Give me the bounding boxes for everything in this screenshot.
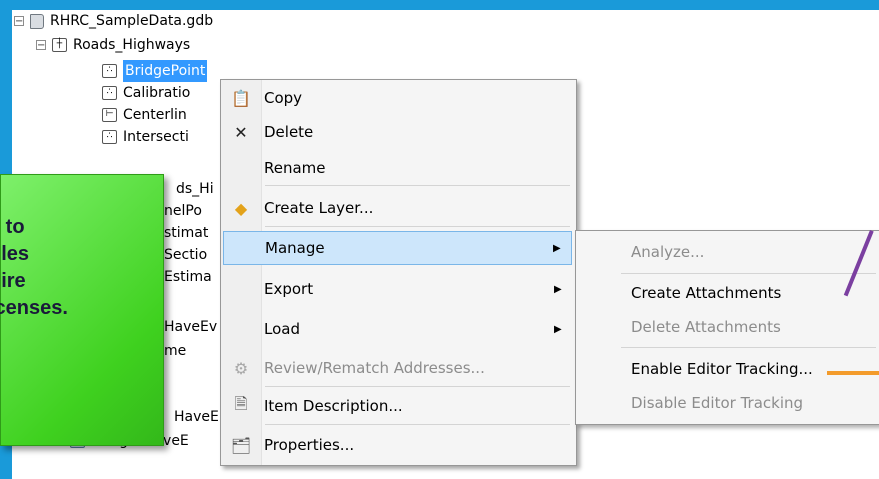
submenu-item-analyze[interactable]: Analyze... <box>631 235 704 269</box>
menu-item-rename[interactable]: Rename <box>223 151 572 185</box>
menu-item-delete[interactable]: ✕ Delete <box>223 115 572 149</box>
tree-item[interactable]: ds_Hi <box>176 178 214 200</box>
callout-text: e s to files uire icenses. <box>0 189 68 319</box>
manage-submenu: Analyze... Create Attachments Delete Att… <box>575 230 879 425</box>
feature-dataset-icon: ┼ <box>52 38 67 52</box>
tree-root-label: RHRC_SampleData.gdb <box>50 13 214 29</box>
delete-x-icon: ✕ <box>234 122 248 142</box>
tree-item-label: Calibratio <box>123 85 191 101</box>
collapse-icon[interactable]: − <box>36 40 46 51</box>
tree-root-row[interactable]: − RHRC_SampleData.gdb <box>14 10 213 32</box>
tree-item-label: ds_Hi <box>176 181 214 197</box>
menu-separator <box>265 424 570 425</box>
line-feature-class-icon: ⊢ <box>102 108 117 122</box>
menu-item-load[interactable]: Load ▶ <box>223 312 572 346</box>
menu-separator <box>265 185 570 186</box>
orange-arrow-line <box>827 371 879 375</box>
submenu-item-delete-attachments[interactable]: Delete Attachments <box>631 310 781 344</box>
tree-item[interactable]: me <box>164 340 186 362</box>
tree-item-label: HaveE <box>174 409 219 425</box>
menu-item-properties[interactable]: 🗂 Properties... <box>223 428 572 462</box>
tree-item[interactable]: ∴ Calibratio <box>102 82 190 104</box>
menu-item-create-layer[interactable]: ◆ Create Layer... <box>223 191 572 225</box>
submenu-item-enable-editor-tracking[interactable]: Enable Editor Tracking... <box>631 352 813 386</box>
layer-diamond-icon: ◆ <box>234 198 248 218</box>
menu-item-copy[interactable]: 📋 Copy <box>223 81 572 115</box>
menu-item-manage[interactable]: Manage ▶ <box>223 231 572 265</box>
menu-separator <box>265 226 570 227</box>
submenu-arrow-icon: ▶ <box>554 283 562 295</box>
menu-separator <box>621 347 876 348</box>
tree-dataset-label: Roads_Highways <box>73 37 191 53</box>
menu-item-item-description[interactable]: 🗎 Item Description... <box>223 389 572 423</box>
tree-item[interactable]: ∴ Intersecti <box>102 126 189 148</box>
tree-item-label: me <box>164 343 187 359</box>
tree-item[interactable]: ⊢ Centerlin <box>102 104 187 126</box>
tree-item-label: BridgePoint <box>123 60 208 82</box>
tree-item-label: Centerlin <box>123 107 187 123</box>
submenu-item-create-attachments[interactable]: Create Attachments <box>631 276 781 310</box>
menu-item-export[interactable]: Export ▶ <box>223 272 572 306</box>
tree-dataset-row[interactable]: − ┼ Roads_Highways <box>36 34 190 56</box>
geodatabase-icon <box>30 13 44 29</box>
tree-item-label: Intersecti <box>123 129 189 145</box>
menu-item-review-rematch[interactable]: ⚙ Review/Rematch Addresses... <box>223 351 572 385</box>
properties-icon: 🗂 <box>230 435 252 455</box>
document-icon: 🗎 <box>234 393 248 413</box>
collapse-icon[interactable]: − <box>14 16 24 27</box>
rematch-icon: ⚙ <box>233 358 249 378</box>
tree-item[interactable]: ∴ BridgePoint <box>102 60 208 82</box>
point-feature-class-icon: ∴ <box>102 86 117 100</box>
tree-item[interactable]: HaveE <box>174 406 219 428</box>
callout-box: e s to files uire icenses. <box>0 174 164 446</box>
submenu-arrow-icon: ▶ <box>554 323 562 335</box>
menu-separator <box>265 386 570 387</box>
context-menu: 📋 Copy ✕ Delete Rename ◆ Create Layer...… <box>220 79 577 466</box>
menu-separator <box>621 273 876 274</box>
point-feature-class-icon: ∴ <box>102 130 117 144</box>
point-feature-class-icon: ∴ <box>102 64 117 78</box>
submenu-item-disable-editor-tracking[interactable]: Disable Editor Tracking <box>631 386 803 420</box>
submenu-arrow-icon: ▶ <box>553 242 561 254</box>
copy-icon: 📋 <box>231 88 251 108</box>
